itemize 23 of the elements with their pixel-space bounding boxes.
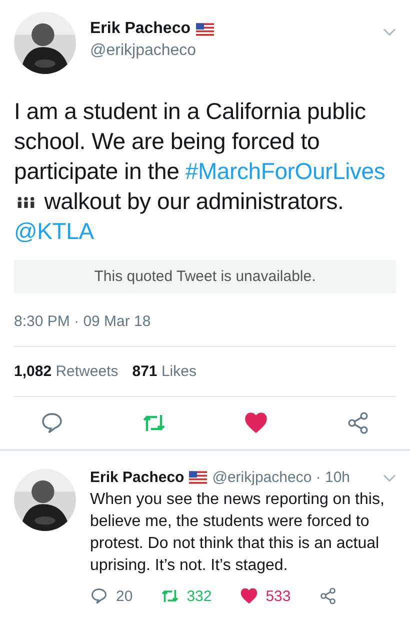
tweet-text: When you see the news reporting on this, believe me, the students were forced to protest. Do not think that this is an actual uprising. It’s not. It’s staged.: [90, 490, 386, 576]
flag-icon: [196, 22, 214, 36]
heart-icon[interactable]: [244, 411, 268, 435]
reply-icon[interactable]: [90, 587, 108, 605]
share-icon[interactable]: [346, 411, 370, 435]
quoted-tweet-notice: This quoted Tweet is unavailable.: [14, 260, 396, 293]
user-handle[interactable]: @erikjpacheco · 10h: [212, 469, 350, 486]
user-name[interactable]: Erik Pacheco: [90, 20, 190, 38]
retweet-icon[interactable]: [160, 587, 179, 605]
flag-icon: [189, 471, 208, 484]
user-handle[interactable]: @erikjpacheco: [90, 42, 383, 60]
timestamp: 8:30 PM · 09 Mar 18: [14, 313, 152, 330]
like-count[interactable]: 871 Likes: [132, 363, 196, 380]
reply-count: 20: [116, 588, 133, 604]
reply-icon[interactable]: [40, 411, 64, 435]
heart-icon[interactable]: [240, 587, 258, 605]
people-icon: [16, 196, 36, 209]
retweet-count: 332: [186, 588, 212, 604]
like-count: 533: [266, 588, 291, 604]
user-name[interactable]: Erik Pacheco: [90, 469, 184, 486]
retweet-count[interactable]: 1,082 Retweets: [14, 363, 118, 380]
tweet-text: I am a student in a California public school. We are being forced to participate in the #MarchForOurLives walkout by our administrators. @KTLA: [14, 97, 386, 246]
share-icon[interactable]: [318, 587, 337, 605]
